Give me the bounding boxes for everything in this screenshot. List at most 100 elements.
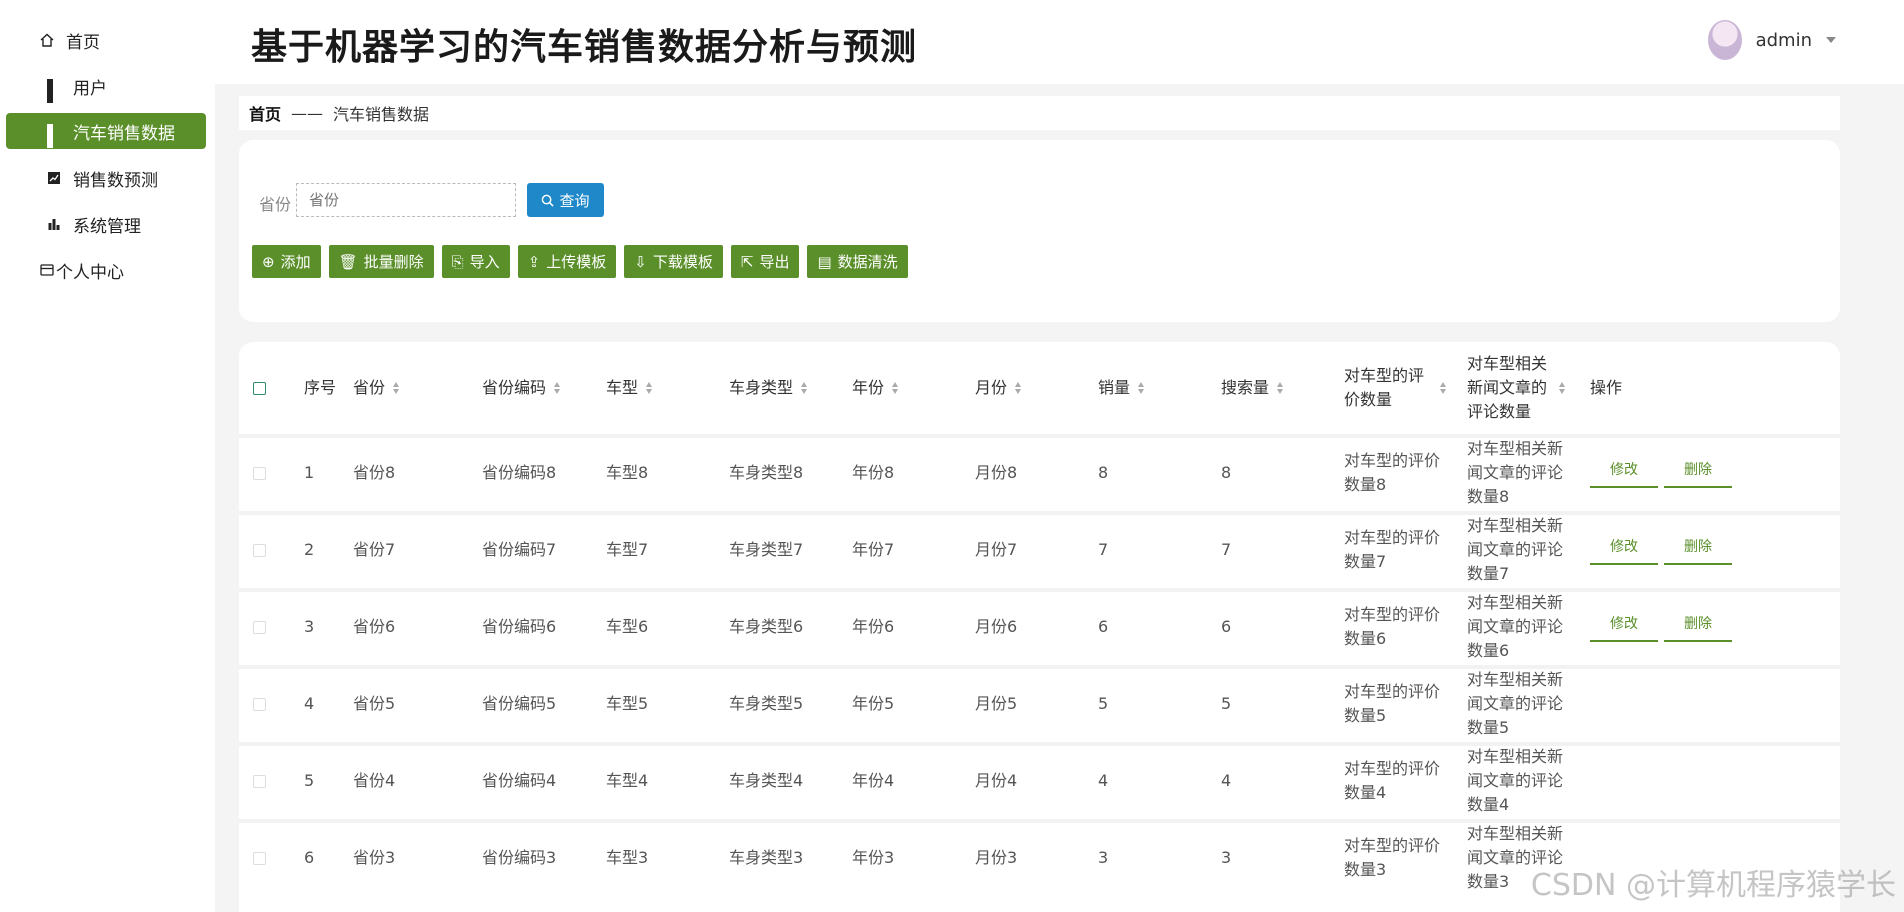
- search-panel: 省份 查询 ⊕ 添加 🗑 批量删除 ⎘ 导入 ⇪ 上传模板 ⇩ 下载模板 ⇱ 导出 ▤ 数据清…: [239, 140, 1840, 322]
- data-clean-button[interactable]: ▤ 数据清洗: [807, 245, 908, 278]
- table-row: 5 省份4 省份编码4 车型4 车身类型4 年份4 月份4 4 4 对车型的评价数量4 对车型相关新…: [239, 742, 1840, 816]
- col-header-news-comment-count[interactable]: 对车型相关新闻文章的评论数量: [1467, 342, 1577, 434]
- bar-chart-icon: [48, 219, 60, 230]
- grid-icon: [47, 79, 61, 103]
- header: 基于机器学习的汽车销售数据分析与预测 admin: [215, 0, 1904, 84]
- row-checkbox[interactable]: [253, 669, 266, 739]
- cell-sales: 8: [1098, 463, 1109, 482]
- cell-index: 2: [304, 540, 315, 559]
- export-button[interactable]: ⇱ 导出: [730, 245, 800, 278]
- col-header-review-count[interactable]: 对车型的评价数量: [1344, 342, 1454, 434]
- sort-icon: [1440, 382, 1447, 394]
- col-header-car-model[interactable]: 车型: [606, 342, 653, 434]
- sidebar-item-label: 系统管理: [73, 216, 141, 237]
- search-input[interactable]: [296, 183, 516, 217]
- sidebar-item-label: 用户: [73, 78, 107, 99]
- edit-button[interactable]: 修改: [1590, 458, 1658, 488]
- col-header-search-volume[interactable]: 搜索量: [1221, 342, 1284, 434]
- search-icon: [542, 194, 555, 207]
- col-header-body-type[interactable]: 车身类型: [729, 342, 808, 434]
- col-header-province-code[interactable]: 省份编码: [482, 342, 561, 434]
- card-icon: [40, 264, 54, 276]
- cell-month: 月份7: [975, 540, 1018, 559]
- row-actions: 修改 删除: [1590, 515, 1738, 585]
- cell-news-comment-count: 对车型相关新闻文章的评论数量4: [1467, 747, 1564, 814]
- sort-icon: [1559, 382, 1566, 394]
- cell-news-comment-count: 对车型相关新闻文章的评论数量7: [1467, 516, 1564, 583]
- cell-index: 4: [304, 694, 315, 713]
- avatar: [1707, 20, 1742, 60]
- cell-province: 省份6: [353, 617, 396, 636]
- sidebar-item-home[interactable]: 首页: [6, 22, 206, 58]
- query-label: 查询: [559, 191, 590, 210]
- cell-month: 月份5: [975, 694, 1018, 713]
- cell-review-count: 对车型的评价数量6: [1344, 605, 1441, 648]
- cell-province: 省份5: [353, 694, 396, 713]
- download-template-button[interactable]: ⇩ 下载模板: [624, 245, 723, 278]
- cell-province-code: 省份编码6: [482, 617, 557, 636]
- action-toolbar: ⊕ 添加 🗑 批量删除 ⎘ 导入 ⇪ 上传模板 ⇩ 下载模板 ⇱ 导出 ▤ 数据清洗: [252, 245, 908, 278]
- cell-year: 年份7: [852, 540, 895, 559]
- row-checkbox[interactable]: [253, 438, 266, 508]
- user-menu[interactable]: admin: [1707, 20, 1836, 60]
- row-checkbox[interactable]: [253, 515, 266, 585]
- cell-body-type: 车身类型5: [729, 694, 804, 713]
- upload-icon: ⇪: [527, 252, 541, 271]
- cell-car-model: 车型8: [606, 463, 649, 482]
- cell-index: 5: [304, 771, 315, 790]
- breadcrumb-separator: ——: [291, 103, 324, 123]
- export-label: 导出: [759, 253, 790, 271]
- add-button[interactable]: ⊕ 添加: [252, 245, 321, 278]
- col-header-month[interactable]: 月份: [975, 342, 1022, 434]
- cell-province-code: 省份编码4: [482, 771, 557, 790]
- breadcrumb-current: 汽车销售数据: [333, 105, 430, 124]
- col-header-province[interactable]: 省份: [353, 342, 400, 434]
- edit-button[interactable]: 修改: [1590, 535, 1658, 565]
- delete-button[interactable]: 删除: [1664, 535, 1732, 565]
- import-button[interactable]: ⎘ 导入: [441, 245, 510, 278]
- cell-index: 6: [304, 848, 315, 867]
- cell-search-volume: 5: [1221, 694, 1232, 713]
- sidebar-item-label: 销售数预测: [73, 170, 158, 191]
- table-row: 2 省份7 省份编码7 车型7 车身类型7 年份7 月份7 7 7 对车型的评价数量7 对车型相关新…: [239, 511, 1840, 585]
- sidebar-item-system[interactable]: 系统管理: [6, 206, 206, 242]
- query-button[interactable]: 查询: [527, 183, 604, 217]
- user-name: admin: [1755, 29, 1812, 51]
- sidebar-item-label: 个人中心: [56, 262, 124, 283]
- cell-car-model: 车型5: [606, 694, 649, 713]
- import-icon: ⎘: [451, 252, 464, 271]
- cell-sales: 4: [1098, 771, 1109, 790]
- edit-button[interactable]: 修改: [1590, 612, 1658, 642]
- upload-template-button[interactable]: ⇪ 上传模板: [517, 245, 617, 278]
- cell-search-volume: 3: [1221, 848, 1232, 867]
- sidebar-item-users[interactable]: 用户: [6, 68, 206, 104]
- cell-sales: 3: [1098, 848, 1109, 867]
- cell-sales: 6: [1098, 617, 1109, 636]
- col-header-year[interactable]: 年份: [852, 342, 899, 434]
- cell-province: 省份4: [353, 771, 396, 790]
- chevron-down-icon: [1826, 37, 1836, 43]
- sidebar: 首页 用户 汽车销售数据 销售数预测 系统管理 个人中心: [0, 0, 215, 912]
- row-checkbox[interactable]: [253, 592, 266, 662]
- sidebar-item-sales-forecast[interactable]: 销售数预测: [6, 160, 206, 196]
- cell-year: 年份6: [852, 617, 895, 636]
- watermark: CSDN @计算机程序猿学长: [1530, 868, 1896, 903]
- sidebar-item-profile[interactable]: 个人中心: [6, 252, 206, 288]
- row-checkbox[interactable]: [253, 746, 266, 816]
- breadcrumb-home[interactable]: 首页: [249, 101, 281, 125]
- cell-index: 3: [304, 617, 315, 636]
- row-checkbox[interactable]: [253, 823, 266, 893]
- select-all-checkbox[interactable]: [253, 342, 266, 434]
- cell-body-type: 车身类型4: [729, 771, 804, 790]
- batch-delete-button[interactable]: 🗑 批量删除: [328, 245, 434, 278]
- delete-button[interactable]: 删除: [1664, 612, 1732, 642]
- sidebar-item-car-sales[interactable]: 汽车销售数据: [6, 113, 206, 149]
- grid-icon: [47, 124, 61, 148]
- col-header-index: 序号: [304, 378, 337, 397]
- delete-button[interactable]: 删除: [1664, 458, 1732, 488]
- cell-month: 月份8: [975, 463, 1018, 482]
- sort-icon: [646, 382, 653, 394]
- upload-template-label: 上传模板: [546, 253, 607, 271]
- col-header-sales[interactable]: 销量: [1098, 342, 1145, 434]
- trash-icon: 🗑: [338, 252, 358, 271]
